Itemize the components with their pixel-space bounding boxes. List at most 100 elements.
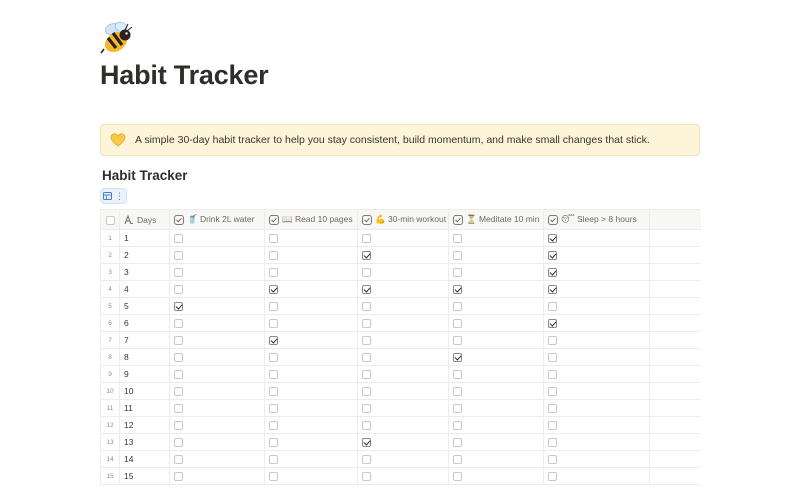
workout-checkbox[interactable]: [362, 234, 371, 244]
workout-checkbox[interactable]: [362, 268, 371, 278]
meditate-checkbox[interactable]: [453, 251, 462, 261]
day-cell[interactable]: 10: [119, 382, 170, 400]
water-checkbox[interactable]: [174, 251, 183, 261]
day-cell[interactable]: 1: [119, 229, 170, 247]
sleep-checkbox[interactable]: [548, 353, 557, 363]
table-row[interactable]: 77: [100, 331, 701, 349]
day-cell[interactable]: 11: [119, 399, 170, 417]
workout-checkbox[interactable]: [362, 438, 371, 448]
sleep-checkbox[interactable]: [548, 404, 557, 414]
sleep-checkbox[interactable]: [548, 234, 557, 244]
workout-checkbox[interactable]: [362, 387, 371, 397]
sleep-checkbox[interactable]: [548, 319, 557, 329]
read-checkbox[interactable]: [269, 387, 278, 397]
workout-checkbox[interactable]: [362, 472, 371, 482]
meditate-checkbox[interactable]: [453, 234, 462, 244]
table-row[interactable]: 88: [100, 348, 701, 366]
meditate-checkbox[interactable]: [453, 285, 462, 295]
workout-checkbox[interactable]: [362, 455, 371, 465]
water-checkbox[interactable]: [174, 234, 183, 244]
column-header-water[interactable]: 🥤 Drink 2L water: [169, 209, 265, 230]
sleep-checkbox[interactable]: [548, 302, 557, 312]
water-checkbox[interactable]: [174, 319, 183, 329]
day-cell[interactable]: 5: [119, 297, 170, 315]
column-header-read[interactable]: 📖 Read 10 pages: [264, 209, 358, 230]
sleep-checkbox[interactable]: [548, 421, 557, 431]
table-view-tab[interactable]: ⋮: [100, 188, 127, 204]
water-checkbox[interactable]: [174, 421, 183, 431]
sleep-checkbox[interactable]: [548, 251, 557, 261]
select-all-cell[interactable]: [100, 209, 120, 230]
day-cell[interactable]: 9: [119, 365, 170, 383]
read-checkbox[interactable]: [269, 285, 278, 295]
meditate-checkbox[interactable]: [453, 404, 462, 414]
water-checkbox[interactable]: [174, 302, 183, 312]
sleep-checkbox[interactable]: [548, 268, 557, 278]
table-row[interactable]: 11 11: [100, 399, 701, 417]
meditate-checkbox[interactable]: [453, 268, 462, 278]
meditate-checkbox[interactable]: [453, 319, 462, 329]
water-checkbox[interactable]: [174, 404, 183, 414]
workout-checkbox[interactable]: [362, 404, 371, 414]
water-checkbox[interactable]: [174, 268, 183, 278]
table-row[interactable]: 12 12: [100, 416, 701, 434]
table-row[interactable]: 55: [100, 297, 701, 315]
table-row[interactable]: 11: [100, 229, 701, 247]
water-checkbox[interactable]: [174, 455, 183, 465]
day-cell[interactable]: 4: [119, 280, 170, 298]
workout-checkbox[interactable]: [362, 336, 371, 346]
table-row[interactable]: 44: [100, 280, 701, 298]
day-cell[interactable]: 15: [119, 467, 170, 485]
table-row[interactable]: 22: [100, 246, 701, 264]
table-row[interactable]: 33: [100, 263, 701, 281]
table-row[interactable]: 13 13: [100, 433, 701, 451]
read-checkbox[interactable]: [269, 370, 278, 380]
workout-checkbox[interactable]: [362, 353, 371, 363]
workout-checkbox[interactable]: [362, 370, 371, 380]
workout-checkbox[interactable]: [362, 251, 371, 261]
read-checkbox[interactable]: [269, 302, 278, 312]
read-checkbox[interactable]: [269, 319, 278, 329]
add-column-cell[interactable]: [649, 209, 701, 230]
water-checkbox[interactable]: [174, 438, 183, 448]
workout-checkbox[interactable]: [362, 319, 371, 329]
sleep-checkbox[interactable]: [548, 336, 557, 346]
table-row[interactable]: 10 10: [100, 382, 701, 400]
meditate-checkbox[interactable]: [453, 472, 462, 482]
read-checkbox[interactable]: [269, 421, 278, 431]
day-cell[interactable]: 13: [119, 433, 170, 451]
read-checkbox[interactable]: [269, 472, 278, 482]
read-checkbox[interactable]: [269, 438, 278, 448]
day-cell[interactable]: 12: [119, 416, 170, 434]
day-cell[interactable]: 8: [119, 348, 170, 366]
day-cell[interactable]: 3: [119, 263, 170, 281]
sleep-checkbox[interactable]: [548, 455, 557, 465]
sleep-checkbox[interactable]: [548, 387, 557, 397]
view-options-icon[interactable]: ⋮: [115, 191, 124, 201]
read-checkbox[interactable]: [269, 455, 278, 465]
workout-checkbox[interactable]: [362, 285, 371, 295]
column-header-workout[interactable]: 💪 30-min workout: [357, 209, 449, 230]
workout-checkbox[interactable]: [362, 302, 371, 312]
column-header-sleep[interactable]: 😴 Sleep > 8 hours: [543, 209, 650, 230]
meditate-checkbox[interactable]: [453, 387, 462, 397]
bee-icon[interactable]: [98, 18, 138, 58]
table-row[interactable]: 15 15: [100, 467, 701, 485]
sleep-checkbox[interactable]: [548, 370, 557, 380]
column-header-days[interactable]: Days: [119, 209, 170, 230]
read-checkbox[interactable]: [269, 234, 278, 244]
meditate-checkbox[interactable]: [453, 421, 462, 431]
column-header-meditate[interactable]: ⏳ Meditate 10 min: [448, 209, 544, 230]
water-checkbox[interactable]: [174, 370, 183, 380]
read-checkbox[interactable]: [269, 353, 278, 363]
water-checkbox[interactable]: [174, 472, 183, 482]
day-cell[interactable]: 14: [119, 450, 170, 468]
read-checkbox[interactable]: [269, 336, 278, 346]
read-checkbox[interactable]: [269, 404, 278, 414]
meditate-checkbox[interactable]: [453, 302, 462, 312]
workout-checkbox[interactable]: [362, 421, 371, 431]
water-checkbox[interactable]: [174, 336, 183, 346]
sleep-checkbox[interactable]: [548, 472, 557, 482]
day-cell[interactable]: 6: [119, 314, 170, 332]
day-cell[interactable]: 2: [119, 246, 170, 264]
